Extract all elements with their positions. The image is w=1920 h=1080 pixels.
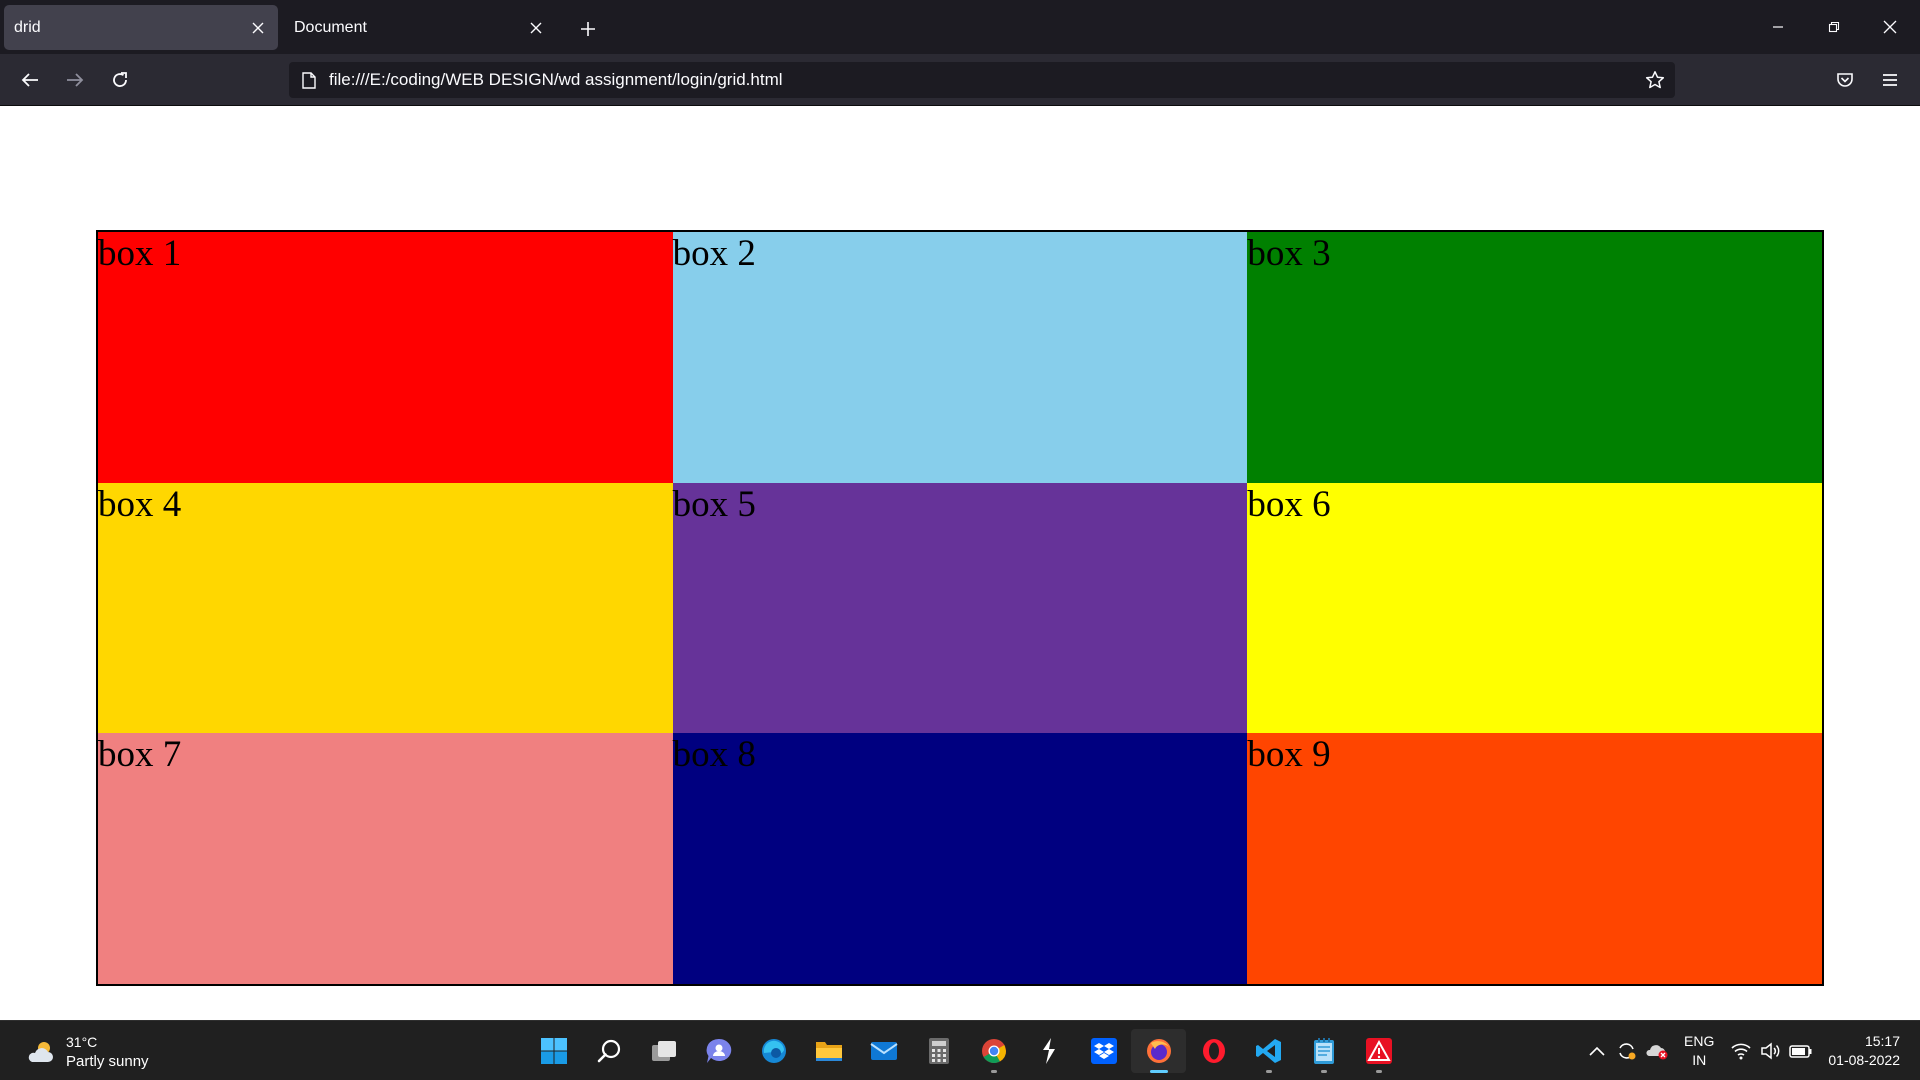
partly-sunny-icon	[28, 1042, 53, 1062]
lightning-app-icon	[1042, 1038, 1055, 1064]
start-button[interactable]	[526, 1029, 581, 1073]
edge-icon	[761, 1039, 786, 1063]
mail-icon	[869, 1042, 898, 1060]
language-indicator[interactable]: ENG IN	[1684, 1032, 1714, 1070]
language-region: IN	[1692, 1052, 1707, 1068]
arrow-right-icon	[67, 73, 84, 87]
system-tray: ENG IN 15:17 01-08-2022	[1582, 1021, 1920, 1080]
lightning-app-button[interactable]	[1021, 1029, 1076, 1073]
page-viewport: box 1 box 2 box 3 box 4 box 5 box 6 box …	[0, 106, 1920, 1020]
new-tab-button[interactable]	[572, 13, 604, 45]
close-icon[interactable]	[522, 14, 550, 42]
close-icon	[1883, 20, 1897, 34]
chrome-button[interactable]	[966, 1029, 1021, 1073]
firefox-icon	[1146, 1039, 1171, 1063]
vscode-icon	[1255, 1039, 1281, 1063]
opera-button[interactable]	[1186, 1029, 1241, 1073]
grid-box-5: box 5	[672, 482, 1248, 734]
back-button[interactable]	[14, 64, 46, 96]
file-explorer-icon	[815, 1042, 842, 1061]
notepad-button[interactable]	[1296, 1029, 1351, 1073]
tab-drid[interactable]: drid	[4, 5, 278, 50]
running-indicator	[1320, 1070, 1327, 1073]
close-window-button[interactable]	[1862, 0, 1918, 54]
weather-widget[interactable]: 31°C Partly sunny	[24, 1031, 149, 1073]
hamburger-menu-icon	[1883, 74, 1897, 86]
url-bar[interactable]: file:///E:/coding/WEB DESIGN/wd assignme…	[289, 62, 1675, 98]
page-icon	[289, 62, 329, 98]
warning-app-icon	[1365, 1038, 1392, 1064]
language-code: ENG	[1684, 1033, 1715, 1049]
grid-box-7: box 7	[98, 733, 673, 984]
sync-icon[interactable]	[1612, 1031, 1642, 1071]
pocket-icon	[1837, 73, 1853, 87]
grid-box-2: box 2	[672, 232, 1248, 483]
mail-button[interactable]	[856, 1029, 911, 1073]
bookmark-star-icon[interactable]	[1635, 62, 1675, 98]
windows-start-icon	[540, 1038, 567, 1064]
vscode-button[interactable]	[1241, 1029, 1296, 1073]
grid-container: box 1 box 2 box 3 box 4 box 5 box 6 box …	[96, 230, 1824, 986]
file-explorer-button[interactable]	[801, 1029, 856, 1073]
chevron-up-icon[interactable]	[1582, 1031, 1612, 1071]
tab-title: Document	[294, 18, 367, 36]
chat-button[interactable]	[691, 1029, 746, 1073]
dropbox-icon	[1090, 1038, 1117, 1064]
minimize-icon	[1773, 26, 1783, 28]
running-indicator	[990, 1070, 997, 1073]
taskbar: 31°C Partly sunny ENG IN 15:17 01-08-202…	[0, 1020, 1920, 1080]
url-text[interactable]: file:///E:/coding/WEB DESIGN/wd assignme…	[329, 70, 1635, 90]
grid-box-1: box 1	[98, 232, 673, 483]
onedrive-error-icon[interactable]	[1642, 1031, 1672, 1071]
dropbox-button[interactable]	[1076, 1029, 1131, 1073]
pocket-button[interactable]	[1829, 64, 1861, 96]
calculator-button[interactable]	[911, 1029, 966, 1073]
plus-icon	[581, 22, 595, 36]
volume-icon[interactable]	[1756, 1031, 1786, 1071]
edge-button[interactable]	[746, 1029, 801, 1073]
wifi-icon[interactable]	[1726, 1031, 1756, 1071]
opera-icon	[1202, 1039, 1225, 1063]
reload-icon	[113, 72, 127, 87]
running-indicator	[1375, 1070, 1382, 1073]
weather-condition: Partly sunny	[66, 1053, 149, 1070]
grid-box-9: box 9	[1247, 733, 1822, 984]
tab-document[interactable]: Document	[284, 5, 556, 50]
search-icon	[597, 1039, 620, 1063]
calculator-icon	[928, 1038, 949, 1064]
chrome-icon	[981, 1039, 1006, 1064]
running-indicator	[1149, 1070, 1168, 1073]
task-view-icon	[651, 1041, 676, 1061]
clock-date: 01-08-2022	[1828, 1052, 1900, 1068]
grid-box-8: box 8	[672, 733, 1248, 984]
running-indicator	[1265, 1070, 1272, 1073]
clock-time: 15:17	[1864, 1033, 1900, 1049]
notepad-icon	[1313, 1038, 1334, 1064]
battery-icon[interactable]	[1786, 1031, 1816, 1071]
forward-button[interactable]	[59, 64, 91, 96]
grid-box-6: box 6	[1247, 482, 1822, 734]
restore-icon	[1828, 21, 1840, 33]
nav-toolbar: file:///E:/coding/WEB DESIGN/wd assignme…	[0, 54, 1920, 106]
clock[interactable]: 15:17 01-08-2022	[1828, 1032, 1900, 1070]
weather-temperature: 31°C	[66, 1034, 98, 1050]
tab-strip: drid Document	[0, 0, 1920, 54]
tab-title: drid	[14, 18, 41, 36]
restore-button[interactable]	[1806, 0, 1862, 54]
reload-button[interactable]	[104, 64, 136, 96]
arrow-left-icon	[21, 73, 38, 87]
grid-box-4: box 4	[98, 482, 673, 734]
close-icon[interactable]	[244, 14, 272, 42]
warning-app-button[interactable]	[1351, 1029, 1406, 1073]
firefox-button[interactable]	[1131, 1029, 1186, 1073]
taskbar-apps	[526, 1029, 1406, 1073]
grid-box-3: box 3	[1247, 232, 1822, 483]
minimize-button[interactable]	[1750, 0, 1806, 54]
menu-button[interactable]	[1874, 64, 1906, 96]
chat-icon	[706, 1038, 731, 1063]
search-button[interactable]	[581, 1029, 636, 1073]
task-view-button[interactable]	[636, 1029, 691, 1073]
